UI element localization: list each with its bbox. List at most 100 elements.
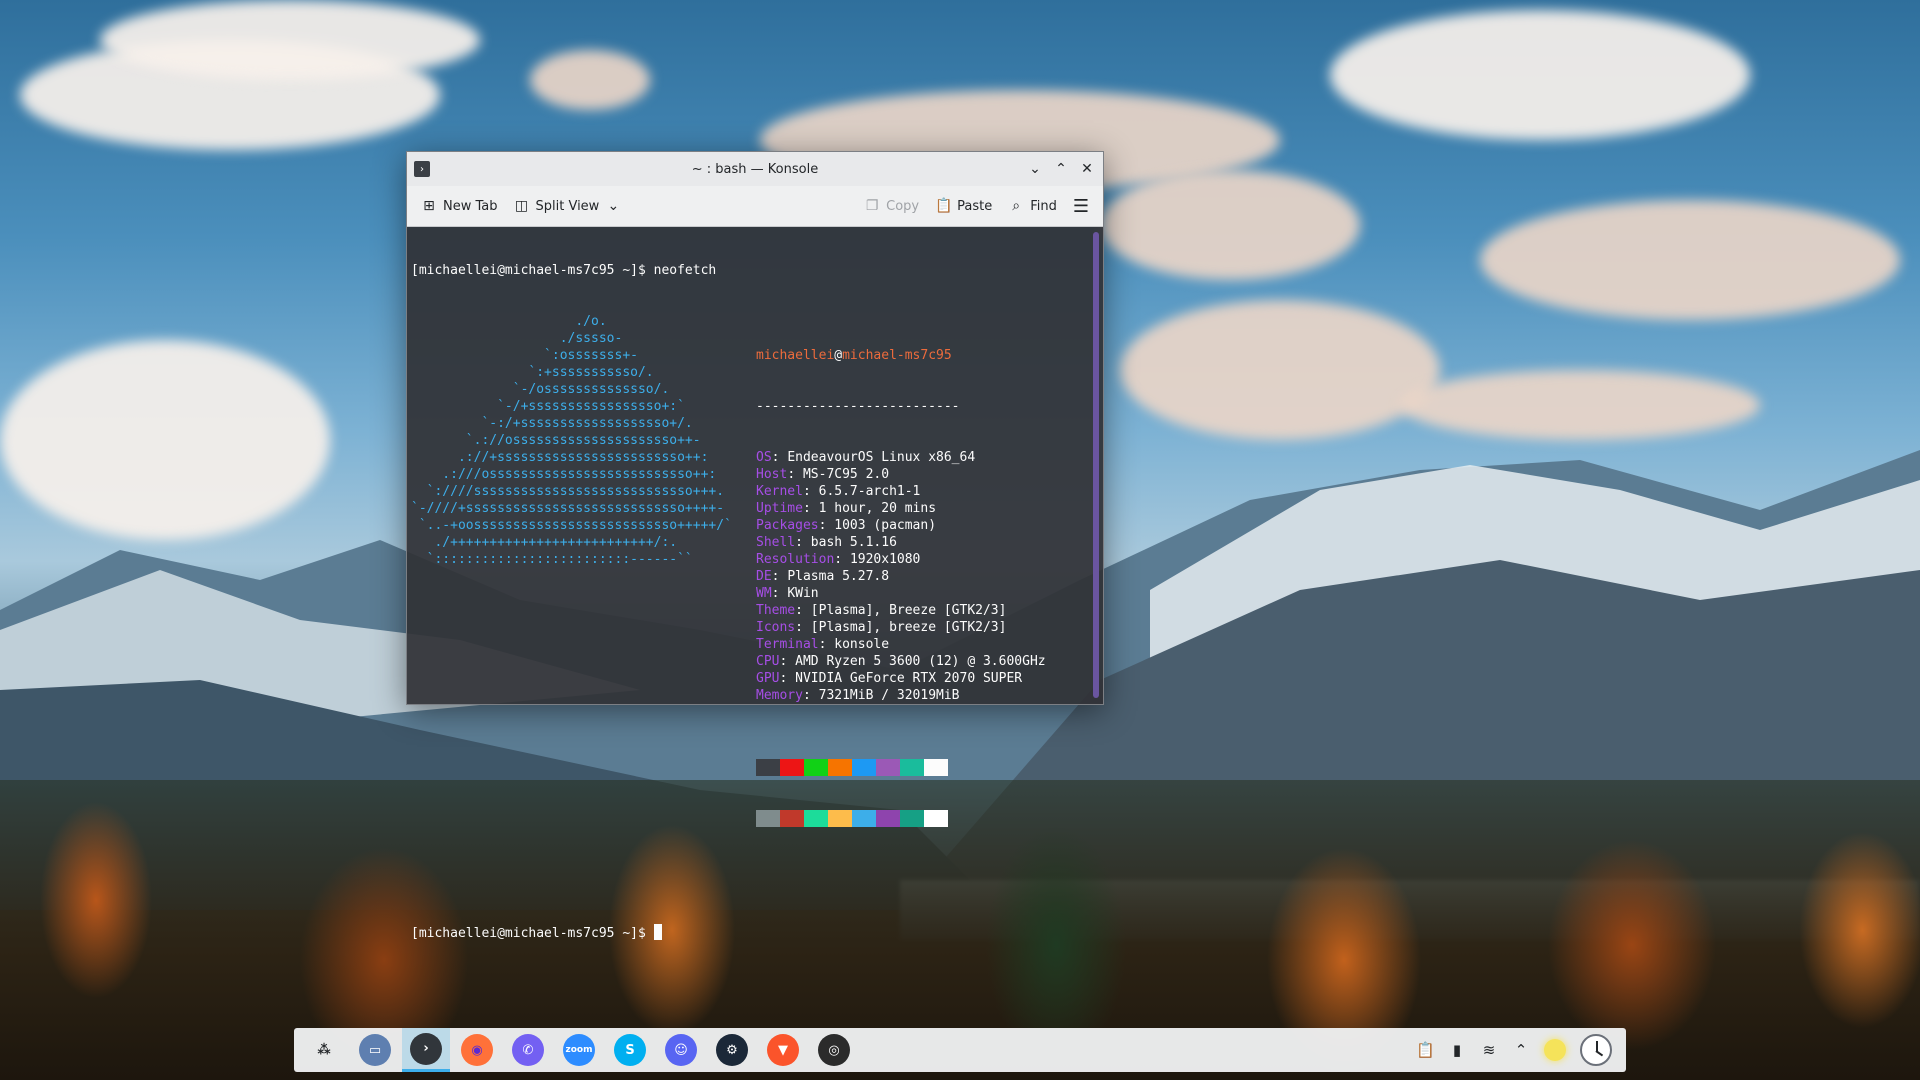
- info-line: DE: Plasma 5.27.8: [756, 568, 1046, 585]
- skype-icon: S: [614, 1034, 646, 1066]
- logo-line: `-////+ssssssssssssssssssssssssssso++++-: [411, 501, 725, 516]
- info-key: GPU: [756, 671, 780, 686]
- info-line: Uptime: 1 hour, 20 mins: [756, 500, 1046, 517]
- spiral-app-icon: ◎: [818, 1034, 850, 1066]
- info-line: Kernel: 6.5.7-arch1-1: [756, 483, 1046, 500]
- discord-icon: ☺: [665, 1034, 697, 1066]
- prompt-text: [michaellei@michael-ms7c95 ~]$: [411, 926, 654, 941]
- info-colon: :: [802, 501, 819, 516]
- terminal-area[interactable]: [michaellei@michael-ms7c95 ~]$ neofetch …: [407, 228, 1087, 941]
- paste-button[interactable]: 📋 Paste: [927, 194, 1000, 218]
- brave-icon: ▼: [767, 1034, 799, 1066]
- info-value: Plasma 5.27.8: [787, 569, 890, 584]
- info-value: 1 hour, 20 mins: [818, 501, 937, 516]
- maximize-button[interactable]: ⌃: [1049, 157, 1073, 181]
- taskbar-item[interactable]: ◎: [810, 1028, 858, 1072]
- taskbar-item[interactable]: ◉: [453, 1028, 501, 1072]
- window-titlebar[interactable]: › ~ : bash — Konsole ⌄ ⌃ ✕: [407, 152, 1103, 186]
- at-sign: @: [834, 348, 843, 363]
- konsole-window: › ~ : bash — Konsole ⌄ ⌃ ✕ ⊞ New Tab ◫ S…: [406, 151, 1104, 941]
- color-palette-dark: [756, 759, 1046, 776]
- info-key: Shell: [756, 535, 796, 550]
- taskbar-item[interactable]: ▼: [759, 1028, 807, 1072]
- info-colon: :: [818, 518, 835, 533]
- color-swatch: [828, 759, 852, 776]
- close-button[interactable]: ✕: [1075, 157, 1099, 181]
- taskbar-item[interactable]: S: [606, 1028, 654, 1072]
- logo-line: `:osssssss+-: [411, 348, 638, 363]
- hamburger-menu-icon[interactable]: ☰: [1065, 192, 1097, 221]
- logo-line: `:+sssssssssso/.: [411, 365, 654, 380]
- taskbar-item[interactable]: ›: [402, 1028, 450, 1072]
- separator-line: --------------------------: [756, 399, 960, 414]
- color-swatch: [756, 759, 780, 776]
- command-line: [michaellei@michael-ms7c95 ~]$ neofetch: [411, 263, 717, 278]
- info-line: Shell: bash 5.1.16: [756, 534, 1046, 551]
- dolphin-icon: ▭: [359, 1034, 391, 1066]
- wifi-icon[interactable]: ≋: [1480, 1041, 1498, 1059]
- current-prompt: [michaellei@michael-ms7c95 ~]$: [411, 924, 1083, 941]
- clipboard-icon[interactable]: 📋: [1416, 1041, 1435, 1059]
- info-line: GPU: NVIDIA GeForce RTX 2070 SUPER: [756, 670, 1046, 687]
- color-swatch: [852, 810, 876, 827]
- info-colon: :: [834, 552, 850, 567]
- split-view-button[interactable]: ◫ Split View ⌄: [506, 194, 630, 218]
- logo-line: .://+ssssssssssssssssssssssso++:: [411, 450, 709, 465]
- info-key: Resolution: [756, 552, 835, 567]
- taskbar-item[interactable]: ▭: [351, 1028, 399, 1072]
- info-value: konsole: [834, 637, 890, 652]
- system-tray: 📋 ▮ ≋ ⌃: [1416, 1034, 1620, 1066]
- logo-line: `.://osssssssssssssssssssso++-: [411, 433, 701, 448]
- terminal-scrollbar[interactable]: [1093, 232, 1099, 698]
- zoom-icon: zoom: [563, 1034, 595, 1066]
- minimize-button[interactable]: ⌄: [1023, 157, 1047, 181]
- color-swatch: [804, 759, 828, 776]
- color-swatch: [924, 759, 948, 776]
- copy-button[interactable]: ❐ Copy: [856, 194, 927, 218]
- logo-line: `-/+sssssssssssssssso+:`: [411, 399, 685, 414]
- cloud: [1480, 200, 1900, 320]
- info-value: AMD Ryzen 5 3600 (12) @ 3.600GHz: [795, 654, 1046, 669]
- info-colon: :: [779, 654, 796, 669]
- distro-logo-ascii: ./o. ./sssso- `:osssssss+- `:+ssssssssss…: [411, 313, 756, 861]
- logo-line: `..-+oossssssssssssssssssssssssso+++++/`: [411, 518, 732, 533]
- username: michaellei: [756, 348, 835, 363]
- info-value: 7321MiB / 32019MiB: [818, 688, 960, 703]
- system-info: michaellei@michael-ms7c95 --------------…: [756, 313, 1046, 861]
- new-tab-button[interactable]: ⊞ New Tab: [413, 194, 506, 218]
- find-button[interactable]: ⌕ Find: [1000, 194, 1065, 218]
- chevron-up-icon[interactable]: ⌃: [1512, 1041, 1530, 1059]
- info-colon: :: [771, 586, 788, 601]
- taskbar-item[interactable]: ☺: [657, 1028, 705, 1072]
- info-colon: :: [787, 467, 803, 482]
- color-swatch: [852, 759, 876, 776]
- logo-line: .:///ossssssssssssssssssssssssso++:: [411, 467, 717, 482]
- info-key: DE: [756, 569, 772, 584]
- logo-line: `-/ossssssssssssso/.: [411, 382, 670, 397]
- weather-sun-icon[interactable]: [1544, 1039, 1566, 1061]
- info-key: WM: [756, 586, 772, 601]
- analog-clock-icon[interactable]: [1580, 1034, 1612, 1066]
- taskbar-item[interactable]: ⁂: [300, 1028, 348, 1072]
- info-line: Terminal: konsole: [756, 636, 1046, 653]
- info-value: NVIDIA GeForce RTX 2070 SUPER: [795, 671, 1023, 686]
- taskbar-item[interactable]: zoom: [555, 1028, 603, 1072]
- usb-device-icon[interactable]: ▮: [1448, 1041, 1466, 1059]
- info-value: 1003 (pacman): [834, 518, 937, 533]
- logo-line: `-:/+sssssssssssssssssso+/.: [411, 416, 693, 431]
- konsole-app-icon[interactable]: ›: [414, 161, 430, 177]
- taskbar-item[interactable]: ⚙: [708, 1028, 756, 1072]
- color-palette-bright: [756, 810, 1046, 827]
- konsole-toolbar: ⊞ New Tab ◫ Split View ⌄ ❐ Copy 📋 Paste …: [407, 186, 1103, 227]
- split-view-icon: ◫: [514, 198, 529, 214]
- info-line: Host: MS-7C95 2.0: [756, 466, 1046, 483]
- steam-icon: ⚙: [716, 1034, 748, 1066]
- color-swatch: [876, 810, 900, 827]
- split-view-label: Split View: [535, 198, 600, 214]
- logo-line: ./++++++++++++++++++++++++++/:.: [411, 535, 678, 550]
- color-swatch: [780, 810, 804, 827]
- info-colon: :: [795, 535, 811, 550]
- taskbar-item[interactable]: ✆: [504, 1028, 552, 1072]
- logo-line: ./o.: [411, 314, 607, 329]
- info-colon: :: [802, 484, 819, 499]
